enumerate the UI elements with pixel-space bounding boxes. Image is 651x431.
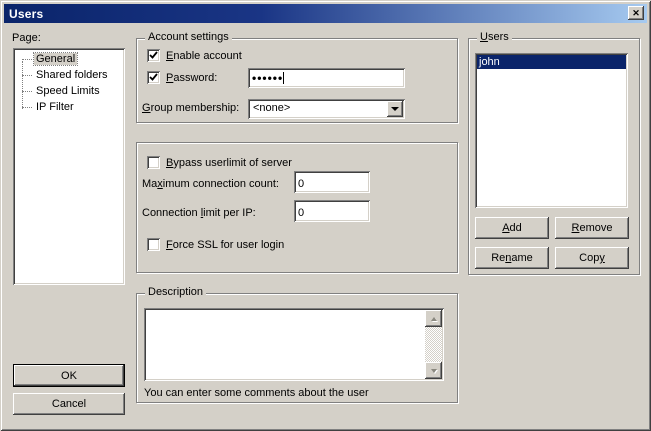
copy-button[interactable]: Copy bbox=[555, 247, 629, 269]
bypass-userlimit-checkbox[interactable] bbox=[147, 156, 160, 169]
page-tree[interactable]: General Shared folders Speed Limits IP F… bbox=[13, 48, 125, 285]
tree-item-general[interactable]: General bbox=[15, 52, 123, 68]
checkmark-icon bbox=[149, 51, 158, 60]
enable-account-label[interactable]: Enable account bbox=[166, 50, 242, 62]
close-icon: ✕ bbox=[632, 9, 640, 18]
account-settings-group: Account settings Enable account Password… bbox=[136, 38, 458, 123]
scroll-down-button[interactable] bbox=[425, 362, 442, 379]
add-button[interactable]: Add bbox=[475, 217, 549, 239]
description-legend: Description bbox=[145, 286, 206, 299]
page-label: Page: bbox=[12, 32, 41, 44]
enable-account-checkbox[interactable] bbox=[147, 49, 160, 62]
chevron-down-icon bbox=[391, 107, 399, 111]
password-checkbox[interactable] bbox=[147, 71, 160, 84]
description-textarea[interactable] bbox=[144, 308, 444, 381]
max-connection-label: Maximum connection count: bbox=[142, 178, 279, 190]
arrow-up-icon bbox=[431, 317, 437, 321]
checkmark-icon bbox=[149, 73, 158, 82]
users-listbox[interactable]: john bbox=[475, 53, 628, 208]
tree-item-shared-folders[interactable]: Shared folders bbox=[15, 68, 123, 84]
remove-button[interactable]: Remove bbox=[555, 217, 629, 239]
connection-limit-ip-input[interactable] bbox=[294, 200, 370, 222]
cancel-button[interactable]: Cancel bbox=[13, 393, 125, 415]
description-hint: You can enter some comments about the us… bbox=[144, 387, 369, 399]
password-label[interactable]: Password: bbox=[166, 72, 217, 84]
window-title: Users bbox=[4, 7, 43, 21]
max-connection-input[interactable] bbox=[294, 171, 370, 193]
users-group: Users john Add Remove Rename Copy bbox=[468, 38, 640, 275]
password-input[interactable]: •••••• bbox=[248, 68, 405, 88]
force-ssl-row: Force SSL for user login bbox=[147, 238, 284, 251]
tree-item-ip-filter[interactable]: IP Filter bbox=[15, 100, 123, 116]
enable-account-row: Enable account bbox=[147, 49, 242, 62]
description-group: Description You can enter some comments … bbox=[136, 293, 458, 403]
bypass-userlimit-row: Bypass userlimit of server bbox=[147, 156, 292, 169]
group-membership-label: Group membership: bbox=[142, 102, 239, 114]
force-ssl-checkbox[interactable] bbox=[147, 238, 160, 251]
group-membership-select[interactable]: <none> bbox=[248, 99, 405, 119]
scroll-up-button[interactable] bbox=[425, 310, 442, 327]
account-settings-legend: Account settings bbox=[145, 31, 232, 44]
password-row: Password: bbox=[147, 71, 217, 84]
limits-group: Bypass userlimit of server Maximum conne… bbox=[136, 142, 458, 273]
bypass-userlimit-label[interactable]: Bypass userlimit of server bbox=[166, 157, 292, 169]
user-list-item[interactable]: john bbox=[477, 55, 626, 69]
ok-button[interactable]: OK bbox=[13, 364, 125, 387]
arrow-down-icon bbox=[431, 369, 437, 373]
rename-button[interactable]: Rename bbox=[475, 247, 549, 269]
combo-dropdown-button[interactable] bbox=[387, 101, 403, 117]
users-legend: Users bbox=[477, 31, 512, 44]
tree-item-speed-limits[interactable]: Speed Limits bbox=[15, 84, 123, 100]
force-ssl-label[interactable]: Force SSL for user login bbox=[166, 239, 284, 251]
text-caret bbox=[283, 72, 284, 84]
users-dialog: Users ✕ Page: General Shared folders Spe… bbox=[0, 0, 651, 431]
description-scrollbar[interactable] bbox=[425, 310, 442, 379]
connection-limit-ip-label: Connection limit per IP: bbox=[142, 207, 256, 219]
titlebar[interactable]: Users ✕ bbox=[4, 4, 647, 23]
close-button[interactable]: ✕ bbox=[628, 6, 644, 20]
